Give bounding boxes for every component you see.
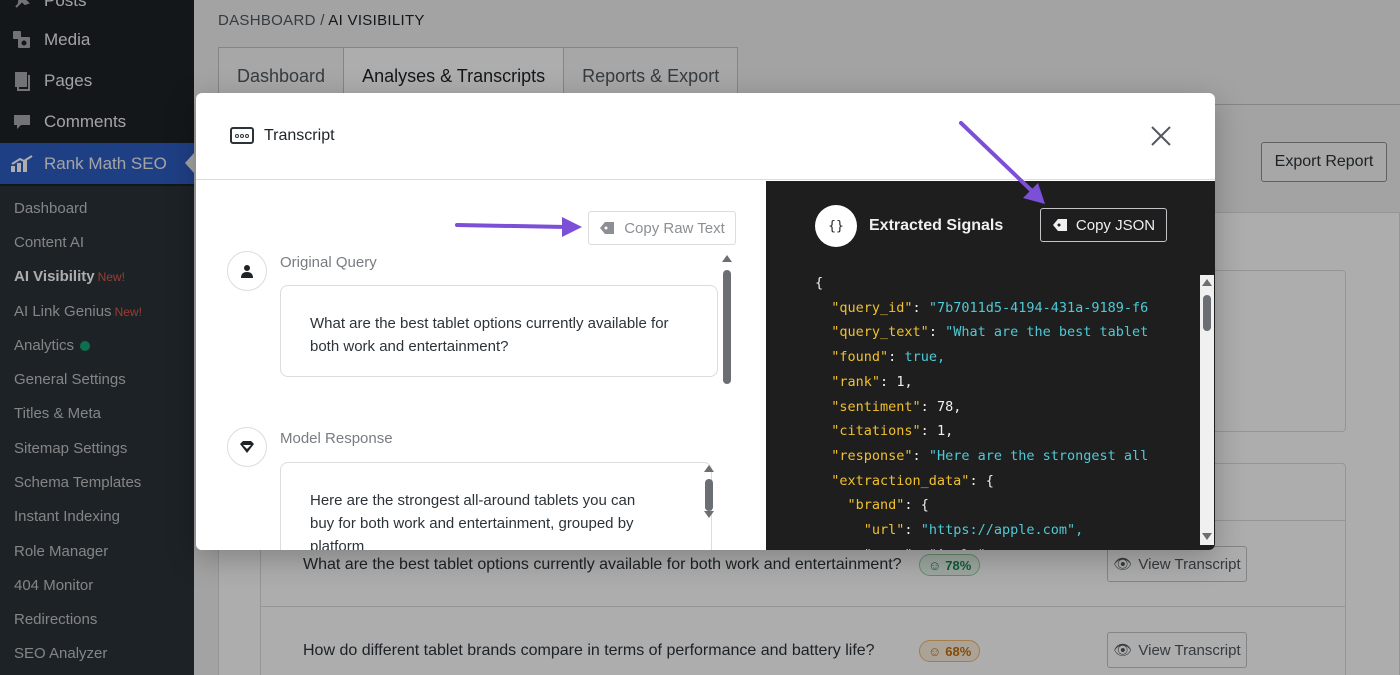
diamond-icon xyxy=(240,441,254,453)
json-code-view[interactable]: { "query_id": "7b7011d5-4194-431a-9189-f… xyxy=(815,271,1149,550)
json-line: "name": "Apple" xyxy=(815,543,1149,550)
json-value: 78, xyxy=(936,398,962,415)
json-value: "7b7011d5-4194-431a-9189-f6 xyxy=(928,299,1149,316)
copy-json-button[interactable]: Copy JSON xyxy=(1040,208,1167,242)
json-line: "found": true, xyxy=(831,349,946,366)
model-response-bubble: Here are the strongest all-around tablet… xyxy=(280,462,712,550)
modal-title: Transcript xyxy=(264,127,335,144)
json-key: "query_text" xyxy=(831,324,929,341)
scroll-down-arrow[interactable] xyxy=(704,511,714,518)
model-avatar xyxy=(227,427,267,467)
json-line: { xyxy=(815,271,1149,296)
json-braces-icon: {} xyxy=(815,205,857,247)
response-scrollbar[interactable] xyxy=(702,463,716,521)
json-line: "citations": 1, xyxy=(831,423,954,440)
json-value: "https://apple.com", xyxy=(920,522,1084,539)
user-icon xyxy=(241,265,253,278)
scroll-thumb[interactable] xyxy=(1203,295,1211,331)
json-value: "Apple" xyxy=(929,547,986,550)
original-query-text: What are the best tablet options current… xyxy=(310,315,669,355)
user-avatar xyxy=(227,251,267,291)
json-key: "extraction_data" xyxy=(831,472,970,489)
json-key: "citations" xyxy=(831,423,921,440)
json-line: "rank": 1, xyxy=(831,373,913,390)
scroll-down-arrow[interactable] xyxy=(1202,533,1212,540)
original-query-bubble: What are the best tablet options current… xyxy=(280,285,718,377)
json-value: "Here are the strongest all xyxy=(928,447,1149,464)
button-label: Copy Raw Text xyxy=(624,219,725,237)
model-response-text: Here are the strongest all-around tablet… xyxy=(310,492,636,550)
json-line: "sentiment": 78, xyxy=(831,398,962,415)
transcript-pane: Copy Raw Text Original Query What are th… xyxy=(196,181,766,550)
model-response-label: Model Response xyxy=(280,430,393,447)
json-value: "What are the best tablet xyxy=(945,324,1149,341)
original-query-label: Original Query xyxy=(280,254,377,271)
json-key: "brand" xyxy=(847,497,905,514)
json-key: "query_id" xyxy=(831,299,913,316)
close-icon[interactable] xyxy=(1149,124,1173,148)
scroll-thumb[interactable] xyxy=(705,479,713,511)
json-line: "brand": { xyxy=(847,497,929,514)
json-key: "url" xyxy=(863,522,905,539)
transcript-scrollbar[interactable] xyxy=(720,253,734,515)
json-line: "extraction_data": { xyxy=(831,472,994,489)
copy-raw-text-button[interactable]: Copy Raw Text xyxy=(588,211,736,245)
json-key: "response" xyxy=(831,447,913,464)
scroll-up-arrow[interactable] xyxy=(722,255,732,262)
json-value: { xyxy=(920,497,929,514)
json-key: "name" xyxy=(864,547,913,550)
button-label: Copy JSON xyxy=(1075,216,1156,234)
modal-header: Transcript xyxy=(196,93,1215,180)
json-line: "query_text": "What are the best tablet xyxy=(831,324,1149,341)
json-line: "url": "https://apple.com", xyxy=(863,522,1084,539)
scroll-thumb[interactable] xyxy=(723,270,731,384)
transcript-modal: Transcript Copy Raw Text Original Query … xyxy=(196,93,1215,550)
json-value: { xyxy=(815,275,824,291)
extracted-signals-title: Extracted Signals xyxy=(869,217,1004,234)
json-key: "found" xyxy=(831,349,889,366)
json-value: 1, xyxy=(936,423,954,440)
json-line: "response": "Here are the strongest all xyxy=(831,447,1149,464)
tag-icon xyxy=(600,222,615,234)
json-scrollbar[interactable] xyxy=(1200,275,1214,545)
json-line: "query_id": "7b7011d5-4194-431a-9189-f6 xyxy=(831,299,1149,316)
transcript-icon xyxy=(230,127,254,144)
scroll-up-arrow[interactable] xyxy=(1202,279,1212,286)
json-key: "rank" xyxy=(831,373,881,390)
tag-icon xyxy=(1052,219,1067,231)
json-value: { xyxy=(985,472,994,489)
json-key: "sentiment" xyxy=(831,398,921,415)
extracted-signals-pane: {} Extracted Signals Copy JSON { "query_… xyxy=(766,181,1215,550)
json-value: 1, xyxy=(896,373,913,390)
scroll-up-arrow[interactable] xyxy=(704,465,714,472)
json-value: true, xyxy=(904,349,946,366)
